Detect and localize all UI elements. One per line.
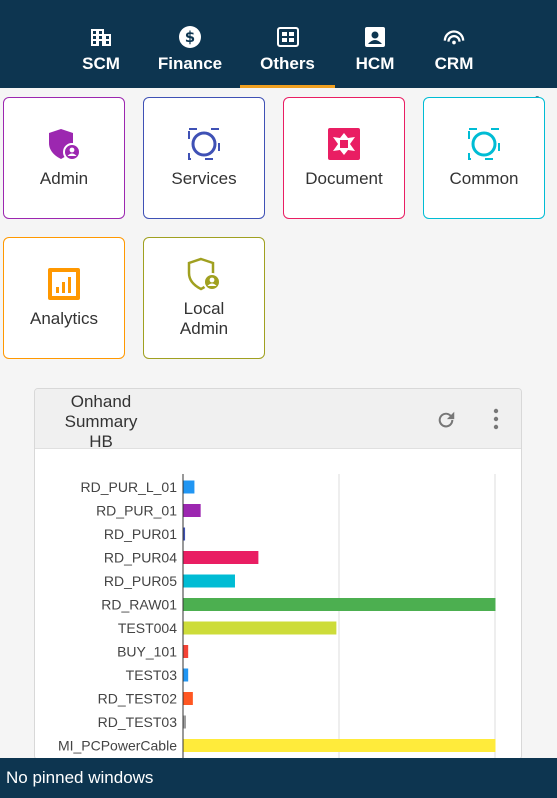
dollar-icon: $ [179, 26, 201, 48]
tab-hcm[interactable]: HCM [354, 0, 396, 88]
active-tab-indicator [240, 85, 335, 88]
tile-label: Admin [39, 169, 89, 188]
tab-label: HCM [355, 54, 395, 73]
pinned-windows-bar: No pinned windows [0, 758, 557, 798]
category-label: RD_RAW01 [101, 597, 177, 613]
tab-scm[interactable]: SCM [80, 0, 122, 88]
widget-header: Onhand Summary HB [35, 389, 521, 452]
tab-label: SCM [82, 54, 120, 73]
category-label: RD_TEST02 [98, 691, 178, 707]
category-label: TEST004 [118, 620, 177, 636]
puzzle-icon [327, 127, 361, 161]
category-label: MI_PCPowerCable [58, 738, 177, 754]
widget-title-line: Onhand [70, 392, 132, 411]
tile-label-line: Local [183, 299, 225, 318]
more-options-icon[interactable] [487, 407, 505, 431]
app-grid-icon [276, 26, 299, 48]
bar-chart-icon [47, 267, 81, 301]
bar[interactable] [183, 480, 195, 494]
tile-label-line: Admin [179, 319, 229, 338]
onhand-summary-widget: Onhand Summary HB RD_PUR_L_01 RD_PUR_01 RD… [34, 388, 522, 760]
category-label: BUY_101 [117, 644, 177, 660]
signal-icon [443, 26, 465, 48]
shield-user-icon [47, 127, 81, 161]
category-label: RD_PUR01 [104, 526, 177, 542]
bar[interactable] [183, 715, 186, 729]
tab-finance[interactable]: $ Finance [158, 0, 222, 88]
tile-analytics[interactable]: Analytics [3, 237, 125, 359]
bar[interactable] [183, 504, 201, 517]
pinned-windows-text: No pinned windows [6, 768, 154, 787]
bar[interactable] [183, 527, 186, 541]
tab-label: Finance [157, 54, 223, 73]
category-label: RD_PUR_01 [96, 503, 177, 519]
category-label: TEST03 [126, 667, 178, 683]
bar[interactable] [183, 551, 259, 564]
category-label: RD_PUR05 [104, 573, 177, 589]
building-icon [90, 26, 112, 48]
widget-title: Onhand Summary HB [49, 392, 153, 452]
contact-card-icon [364, 26, 386, 48]
tile-label: Document [305, 169, 383, 188]
refresh-icon[interactable] [435, 409, 457, 431]
top-nav: SCM $ Finance Others HCM CRM [0, 0, 557, 88]
tile-label: Services [171, 169, 237, 188]
widget-title-line: Summary [64, 412, 138, 431]
category-label: RD_PUR_L_01 [81, 479, 178, 495]
shield-user-icon [187, 257, 221, 291]
tile-admin[interactable]: Admin [3, 97, 125, 219]
bar[interactable] [183, 645, 189, 658]
tab-label: Others [260, 54, 315, 73]
tab-label: CRM [434, 54, 474, 73]
bar[interactable] [183, 739, 496, 752]
tile-label: Local Admin [180, 299, 228, 339]
circle-frame-icon [187, 127, 221, 161]
onhand-bar-chart: RD_PUR_L_01 RD_PUR_01 RD_PUR01 RD_PUR04 RD_P… [58, 474, 496, 759]
widget-title-line: HB [89, 432, 113, 451]
tile-label: Common [449, 169, 519, 188]
tile-services[interactable]: Services [143, 97, 265, 219]
tab-crm[interactable]: CRM [433, 0, 475, 88]
category-label: RD_PUR04 [104, 550, 177, 566]
tile-document[interactable]: Document [283, 97, 405, 219]
bar[interactable] [183, 621, 337, 635]
tab-others[interactable]: Others [240, 0, 335, 88]
bar[interactable] [183, 668, 189, 682]
bar[interactable] [183, 598, 496, 611]
category-label: RD_TEST03 [98, 714, 178, 730]
bar[interactable] [183, 692, 193, 705]
bar[interactable] [183, 574, 235, 588]
tile-local-admin[interactable]: Local Admin [143, 237, 265, 359]
tile-common[interactable]: Common [423, 97, 545, 219]
svg-text:$: $ [185, 28, 195, 46]
circle-frame-icon [467, 127, 501, 161]
tile-label: Analytics [29, 309, 99, 328]
